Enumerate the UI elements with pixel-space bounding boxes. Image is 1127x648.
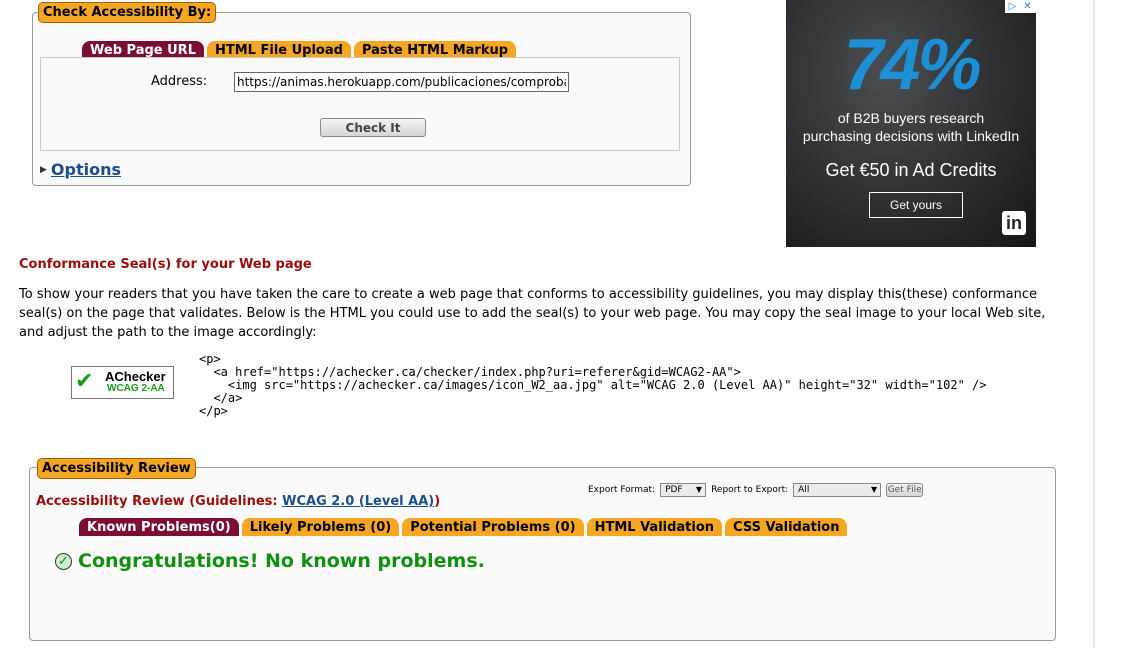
dropdown-arrow-icon: ▼ <box>871 485 878 494</box>
export-controls: Export Format: PDF ▼ Report to Export: A… <box>588 483 924 497</box>
tab-known-problems[interactable]: Known Problems(0) <box>79 518 239 536</box>
seal-html-code: <p> <a href="https://achecker.ca/checker… <box>199 352 987 418</box>
achecker-seal-image[interactable]: ✔ AChecker WCAG 2-AA <box>71 366 174 399</box>
export-format-select[interactable]: PDF ▼ <box>660 483 707 497</box>
page-right-border <box>1093 0 1095 648</box>
linkedin-logo-icon: in <box>1002 211 1026 235</box>
accessibility-review-legend: Accessibility Review <box>37 458 196 479</box>
conformance-title: Conformance Seal(s) for your Web page <box>19 257 312 272</box>
check-it-button[interactable]: Check It <box>320 118 426 137</box>
ad-line-2: purchasing decisions with LinkedIn <box>802 128 1020 144</box>
export-format-label: Export Format: <box>588 485 656 495</box>
close-icon[interactable]: ✕ <box>1020 0 1035 13</box>
linkedin-ad[interactable]: ▷ ✕ 74% of B2B buyers research purchasin… <box>786 0 1036 247</box>
congratulations-text: Congratulations! No known problems. <box>78 550 485 572</box>
adchoices-icon[interactable]: ▷ <box>1005 0 1020 13</box>
congratulations-message: ✓ Congratulations! No known problems. <box>55 550 485 572</box>
review-tabs: Known Problems(0) Likely Problems (0) Po… <box>79 518 848 536</box>
address-input[interactable] <box>234 72 569 92</box>
success-check-icon: ✓ <box>55 552 72 570</box>
checkmark-icon: ✔ <box>75 369 94 394</box>
options-link[interactable]: Options <box>51 160 121 179</box>
address-label: Address: <box>151 74 208 89</box>
get-file-button[interactable]: Get File <box>886 483 924 497</box>
ad-get-yours-button[interactable]: Get yours <box>869 192 963 218</box>
tab-html-validation[interactable]: HTML Validation <box>586 518 723 536</box>
seal-subtitle: WCAG 2-AA <box>107 383 165 394</box>
check-accessibility-legend: Check Accessibility By: <box>38 2 217 23</box>
conformance-text: To show your readers that you have taken… <box>19 287 1046 340</box>
report-to-export-select[interactable]: All ▼ <box>793 483 882 497</box>
guideline-link[interactable]: WCAG 2.0 (Level AA) <box>282 494 434 509</box>
review-guidelines-title: Accessibility Review (Guidelines: WCAG 2… <box>36 494 440 509</box>
review-title-suffix: ) <box>434 494 441 509</box>
ad-credit-text: Get €50 in Ad Credits <box>825 160 997 180</box>
options-toggle[interactable]: ▶ Options <box>40 160 121 179</box>
seal-title: AChecker <box>105 369 166 384</box>
ad-choice-controls: ▷ ✕ <box>1005 0 1036 13</box>
report-to-export-label: Report to Export: <box>711 485 789 495</box>
tab-likely-problems[interactable]: Likely Problems (0) <box>241 518 400 536</box>
tab-potential-problems[interactable]: Potential Problems (0) <box>402 518 584 536</box>
review-title-prefix: Accessibility Review (Guidelines: <box>36 494 283 509</box>
dropdown-arrow-icon: ▼ <box>695 485 703 494</box>
tab-css-validation[interactable]: CSS Validation <box>725 518 848 536</box>
ad-line-1: of B2B buyers research <box>837 110 985 126</box>
ad-headline: 74% <box>843 25 981 105</box>
triangle-right-icon: ▶ <box>40 164 47 175</box>
report-to-export-value: All <box>798 485 810 495</box>
export-format-value: PDF <box>665 485 683 495</box>
